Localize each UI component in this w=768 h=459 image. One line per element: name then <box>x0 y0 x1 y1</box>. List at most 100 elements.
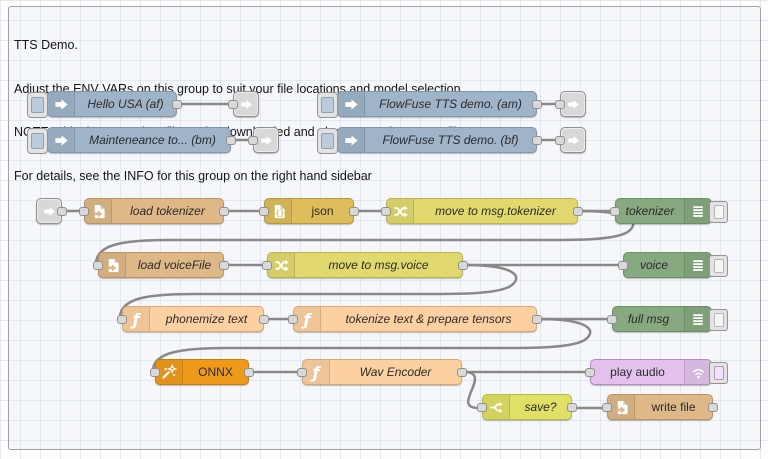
link-arrow-icon <box>260 134 273 147</box>
inject-node-flowfuse-bf[interactable]: FlowFuse TTS demo. (bf) <box>337 127 537 153</box>
input-port[interactable] <box>610 207 620 216</box>
node-label: Mainteneance to... (bm) <box>75 128 230 152</box>
inject-button[interactable] <box>27 128 48 154</box>
debug-toggle-button[interactable] <box>709 255 728 277</box>
file-in-icon <box>85 199 112 223</box>
switch-branch-icon <box>483 395 510 419</box>
inject-button[interactable] <box>27 92 48 118</box>
magic-wand-icon <box>156 360 183 384</box>
output-port[interactable] <box>458 261 468 270</box>
output-port[interactable] <box>172 100 182 109</box>
input-port[interactable] <box>477 403 487 412</box>
inject-node-maintenance[interactable]: Mainteneance to... (bm) <box>47 127 231 153</box>
node-label: load tokenizer <box>112 199 223 223</box>
input-port[interactable] <box>228 100 238 109</box>
input-port[interactable] <box>288 315 298 324</box>
node-label: save? <box>510 395 571 419</box>
output-port[interactable] <box>532 315 542 324</box>
output-port[interactable] <box>532 136 542 145</box>
output-port[interactable] <box>457 368 467 377</box>
output-port[interactable] <box>226 136 236 145</box>
output-port[interactable] <box>219 207 229 216</box>
input-port[interactable] <box>150 368 160 377</box>
debug-list-icon <box>684 307 711 331</box>
input-port[interactable] <box>555 136 565 145</box>
output-port[interactable] <box>57 207 67 216</box>
input-port[interactable] <box>555 100 565 109</box>
debug-toggle-face <box>714 205 724 219</box>
link-out-node[interactable] <box>233 91 259 117</box>
file-in-node-load-tokenizer[interactable]: load tokenizer <box>84 198 224 224</box>
function-node-tokenize[interactable]: ƒ tokenize text & prepare tensors <box>293 306 537 332</box>
debug-toggle-button[interactable] <box>709 201 728 223</box>
file-in-node-load-voicefile[interactable]: load voiceFile <box>98 252 224 278</box>
input-port[interactable] <box>93 261 103 270</box>
output-port[interactable] <box>708 403 718 412</box>
node-label: tokenize text & prepare tensors <box>321 307 536 331</box>
change-node-move-voice[interactable]: move to msg.voice <box>267 252 463 278</box>
output-port[interactable] <box>532 100 542 109</box>
output-port[interactable] <box>573 207 583 216</box>
shuffle-icon <box>268 253 295 277</box>
inject-node-hello-usa[interactable]: Hello USA (af) <box>47 91 177 117</box>
output-port[interactable] <box>244 368 254 377</box>
debug-node-voice[interactable]: voice <box>623 252 712 278</box>
node-label: move to msg.tokenizer <box>414 199 577 223</box>
link-out-node[interactable] <box>560 91 586 117</box>
output-port[interactable] <box>219 261 229 270</box>
function-node-wav-encoder[interactable]: ƒ Wav Encoder <box>302 359 462 385</box>
input-port[interactable] <box>259 207 269 216</box>
node-label: FlowFuse TTS demo. (am) <box>365 92 536 116</box>
json-doc-icon: {} <box>265 199 292 223</box>
inject-button-face <box>31 97 44 113</box>
node-label: FlowFuse TTS demo. (bf) <box>365 128 536 152</box>
node-label: Hello USA (af) <box>75 92 176 116</box>
input-port[interactable] <box>618 261 628 270</box>
inject-arrow-icon <box>48 128 75 152</box>
input-port[interactable] <box>607 315 617 324</box>
inject-button[interactable] <box>317 128 338 154</box>
input-port[interactable] <box>602 403 612 412</box>
output-port[interactable] <box>349 207 359 216</box>
link-arrow-icon <box>567 134 580 147</box>
node-label: write file <box>635 395 712 419</box>
node-label: load voiceFile <box>126 253 223 277</box>
inject-arrow-icon <box>48 92 75 116</box>
onnx-node[interactable]: ONNX <box>155 359 249 385</box>
link-arrow-icon <box>43 205 56 218</box>
input-port[interactable] <box>79 207 89 216</box>
output-port[interactable] <box>259 315 269 324</box>
function-node-phonemize[interactable]: ƒ phonemize text <box>122 306 264 332</box>
node-label: voice <box>624 253 684 277</box>
node-label: phonemize text <box>150 307 263 331</box>
input-port[interactable] <box>248 136 258 145</box>
input-port[interactable] <box>585 368 595 377</box>
input-port[interactable] <box>117 315 127 324</box>
input-port[interactable] <box>297 368 307 377</box>
play-audio-button-face <box>714 366 724 380</box>
link-out-node[interactable] <box>253 127 279 153</box>
wire[interactable] <box>464 372 478 408</box>
inject-node-flowfuse-am[interactable]: FlowFuse TTS demo. (am) <box>337 91 537 117</box>
input-port[interactable] <box>262 261 272 270</box>
play-audio-node[interactable]: play audio <box>590 359 712 385</box>
debug-toggle-button[interactable] <box>709 309 728 331</box>
debug-node-tokenizer[interactable]: tokenizer <box>615 198 712 224</box>
play-audio-button[interactable] <box>709 362 728 384</box>
link-arrow-icon <box>240 98 253 111</box>
debug-node-full-msg[interactable]: full msg <box>612 306 712 332</box>
json-node[interactable]: {} json <box>264 198 354 224</box>
node-label: tokenizer <box>616 199 684 223</box>
output-port[interactable] <box>567 403 577 412</box>
input-port[interactable] <box>381 207 391 216</box>
switch-node-save[interactable]: save? <box>482 394 572 420</box>
file-out-node-write-file[interactable]: write file <box>607 394 713 420</box>
change-node-move-tokenizer[interactable]: move to msg.tokenizer <box>386 198 578 224</box>
node-label: move to msg.voice <box>295 253 462 277</box>
audio-waves-icon <box>684 360 711 384</box>
link-in-node[interactable] <box>36 198 62 224</box>
debug-toggle-face <box>714 313 724 327</box>
inject-button[interactable] <box>317 92 338 118</box>
shuffle-icon <box>387 199 414 223</box>
link-out-node[interactable] <box>560 127 586 153</box>
